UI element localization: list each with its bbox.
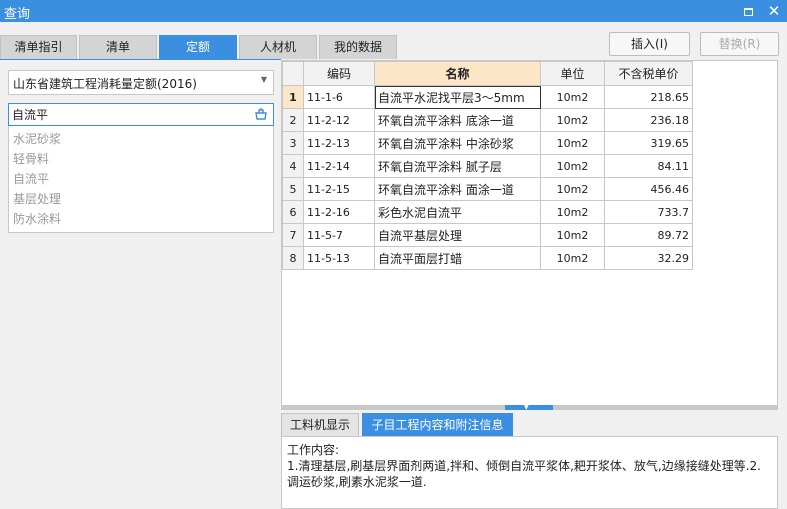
maximize-button[interactable] xyxy=(737,0,759,22)
cell-code[interactable]: 11-2-16 xyxy=(303,200,375,224)
cell-price[interactable]: 456.46 xyxy=(604,177,693,201)
cell-unit[interactable]: 10m2 xyxy=(540,131,605,155)
work-content-text: 1.清理基层,刷基层界面剂两道,拌和、倾倒自流平浆体,耙开浆体、放气,边缘接缝处… xyxy=(287,459,761,489)
left-panel: 山东省建筑工程消耗量定额(2016) ▼ 水泥砂浆 轻骨料 自流平 基层处理 防… xyxy=(0,59,281,509)
search-input[interactable] xyxy=(12,106,248,123)
search-suggestions: 水泥砂浆 轻骨料 自流平 基层处理 防水涂料 xyxy=(8,126,274,233)
table-row[interactable]: 7 11-5-7 自流平基层处理 10m2 89.72 xyxy=(282,223,693,247)
close-icon: ✕ xyxy=(767,2,781,20)
suggestion-item[interactable]: 防水涂料 xyxy=(9,209,273,229)
work-content-title: 工作内容: xyxy=(287,443,340,457)
table-row[interactable]: 6 11-2-16 彩色水泥自流平 10m2 733.7 xyxy=(282,200,693,224)
cell-unit[interactable]: 10m2 xyxy=(540,223,605,247)
replace-button[interactable]: 替换(R) xyxy=(700,32,779,56)
tab-labor-material-display[interactable]: 工料机显示 xyxy=(281,413,359,436)
detail-tabs: 工料机显示 子目工程内容和附注信息 xyxy=(281,410,778,436)
row-number-header xyxy=(282,61,304,86)
cell-unit[interactable]: 10m2 xyxy=(540,108,605,132)
right-edge-strip xyxy=(778,60,787,509)
cell-name[interactable]: 环氧自流平涂料 中涂砂浆 xyxy=(374,131,541,155)
insert-button[interactable]: 插入(I) xyxy=(609,32,690,56)
row-number: 6 xyxy=(282,200,304,224)
suggestion-item[interactable]: 水泥砂浆 xyxy=(9,129,273,149)
suggestion-item[interactable]: 轻骨料 xyxy=(9,149,273,169)
column-header-code[interactable]: 编码 xyxy=(303,61,375,86)
quota-library-select[interactable]: 山东省建筑工程消耗量定额(2016) ▼ xyxy=(8,70,274,95)
table-row[interactable]: 3 11-2-13 环氧自流平涂料 中涂砂浆 10m2 319.65 xyxy=(282,131,693,155)
row-number: 1 xyxy=(282,85,304,109)
tab-my-data[interactable]: 我的数据 xyxy=(319,35,397,59)
cell-unit[interactable]: 10m2 xyxy=(540,154,605,178)
main-tabs: 清单指引 清单 定额 人材机 我的数据 xyxy=(0,35,400,59)
row-number: 3 xyxy=(282,131,304,155)
cell-name[interactable]: 环氧自流平涂料 面涂一道 xyxy=(374,177,541,201)
search-box xyxy=(8,103,274,126)
suggestion-item[interactable]: 自流平 xyxy=(9,169,273,189)
cell-price[interactable]: 89.72 xyxy=(604,223,693,247)
title-bar: 查询 ✕ xyxy=(0,0,787,22)
cell-code[interactable]: 11-2-13 xyxy=(303,131,375,155)
row-number: 2 xyxy=(282,108,304,132)
quota-results-panel: 编码 名称 单位 不含税单价 1 11-1-6 自流平水泥找平层3～5mm 10… xyxy=(281,60,778,406)
column-header-price[interactable]: 不含税单价 xyxy=(604,61,693,86)
close-button[interactable]: ✕ xyxy=(763,0,785,22)
quota-table: 编码 名称 单位 不含税单价 1 11-1-6 自流平水泥找平层3～5mm 10… xyxy=(282,61,693,270)
tab-work-content-notes[interactable]: 子目工程内容和附注信息 xyxy=(362,413,513,436)
work-content-panel: 工作内容: 1.清理基层,刷基层界面剂两道,拌和、倾倒自流平浆体,耙开浆体、放气… xyxy=(281,436,778,509)
tab-bill[interactable]: 清单 xyxy=(79,35,157,59)
cell-price[interactable]: 84.11 xyxy=(604,154,693,178)
row-number: 7 xyxy=(282,223,304,247)
maximize-icon xyxy=(743,7,753,16)
tab-bill-guide[interactable]: 清单指引 xyxy=(0,35,77,59)
row-number: 5 xyxy=(282,177,304,201)
cell-unit[interactable]: 10m2 xyxy=(540,200,605,224)
tab-quota[interactable]: 定额 xyxy=(159,35,237,59)
cell-code[interactable]: 11-2-15 xyxy=(303,177,375,201)
cell-code[interactable]: 11-2-14 xyxy=(303,154,375,178)
suggestion-item[interactable]: 基层处理 xyxy=(9,189,273,209)
table-row[interactable]: 8 11-5-13 自流平面层打蜡 10m2 32.29 xyxy=(282,246,693,270)
column-header-name[interactable]: 名称 xyxy=(374,61,541,86)
chevron-down-icon: ▼ xyxy=(260,75,267,84)
cell-name[interactable]: 自流平基层处理 xyxy=(374,223,541,247)
table-row[interactable]: 1 11-1-6 自流平水泥找平层3～5mm 10m2 218.65 xyxy=(282,85,693,109)
quota-library-value: 山东省建筑工程消耗量定额(2016) xyxy=(13,77,197,91)
cell-code[interactable]: 11-5-13 xyxy=(303,246,375,270)
cell-name[interactable]: 环氧自流平涂料 底涂一道 xyxy=(374,108,541,132)
row-number: 4 xyxy=(282,154,304,178)
cell-price[interactable]: 32.29 xyxy=(604,246,693,270)
tab-labor-material-machine[interactable]: 人材机 xyxy=(239,35,317,59)
cell-unit[interactable]: 10m2 xyxy=(540,85,605,109)
table-header-row: 编码 名称 单位 不含税单价 xyxy=(282,61,693,86)
cell-name[interactable]: 自流平面层打蜡 xyxy=(374,246,541,270)
column-header-unit[interactable]: 单位 xyxy=(540,61,605,86)
window-title: 查询 xyxy=(4,7,31,22)
row-number: 8 xyxy=(282,246,304,270)
search-icon[interactable] xyxy=(254,107,268,121)
table-row[interactable]: 4 11-2-14 环氧自流平涂料 腻子层 10m2 84.11 xyxy=(282,154,693,178)
cell-price[interactable]: 319.65 xyxy=(604,131,693,155)
table-row[interactable]: 5 11-2-15 环氧自流平涂料 面涂一道 10m2 456.46 xyxy=(282,177,693,201)
cell-price[interactable]: 236.18 xyxy=(604,108,693,132)
cell-code[interactable]: 11-1-6 xyxy=(303,85,375,109)
table-row[interactable]: 2 11-2-12 环氧自流平涂料 底涂一道 10m2 236.18 xyxy=(282,108,693,132)
cell-unit[interactable]: 10m2 xyxy=(540,246,605,270)
cell-unit[interactable]: 10m2 xyxy=(540,177,605,201)
cell-code[interactable]: 11-2-12 xyxy=(303,108,375,132)
cell-price[interactable]: 733.7 xyxy=(604,200,693,224)
cell-name[interactable]: 彩色水泥自流平 xyxy=(374,200,541,224)
cell-code[interactable]: 11-5-7 xyxy=(303,223,375,247)
cell-price[interactable]: 218.65 xyxy=(604,85,693,109)
cell-name[interactable]: 自流平水泥找平层3～5mm xyxy=(374,85,541,109)
cell-name[interactable]: 环氧自流平涂料 腻子层 xyxy=(374,154,541,178)
